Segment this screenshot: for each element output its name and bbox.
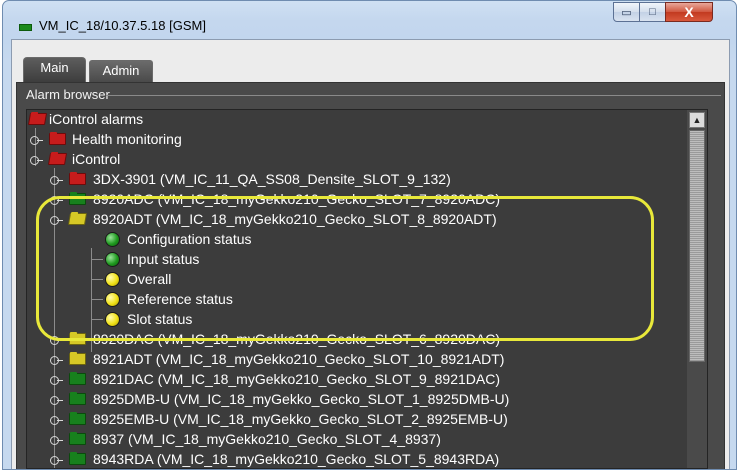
device-status-icon — [19, 24, 32, 31]
tab-admin[interactable]: Admin — [89, 60, 153, 82]
folder-yellow-icon — [69, 352, 86, 365]
folder-green-icon — [69, 412, 86, 425]
tree-node-label: Health monitoring — [72, 131, 182, 147]
folder-green-icon — [69, 392, 86, 405]
folder-open-icon — [47, 153, 68, 165]
close-button[interactable]: X — [665, 2, 713, 22]
folder-red-icon — [69, 172, 86, 185]
group-divider — [106, 95, 721, 96]
scroll-thumb[interactable] — [689, 130, 705, 362]
alarm-browser-label: Alarm browser — [26, 87, 110, 102]
tree-node[interactable]: 8925DMB-U (VM_IC_18_myGekko_Gecko_SLOT_1… — [27, 390, 687, 410]
expand-toggle-icon[interactable] — [30, 136, 43, 145]
tree-node-label: 8925EMB-U (VM_IC_18_myGekko_Gecko_SLOT_2… — [93, 411, 508, 427]
tree-node[interactable]: 8921ADT (VM_IC_18_myGekko210_Gecko_SLOT_… — [27, 350, 687, 370]
expand-toggle-icon[interactable] — [50, 456, 63, 465]
tree-node[interactable]: 8937 (VM_IC_18_myGekko210_Gecko_SLOT_4_8… — [27, 430, 687, 450]
tree-node[interactable]: 8943RDA (VM_IC_18_myGekko210_Gecko_SLOT_… — [27, 450, 687, 468]
scroll-up-button[interactable]: ▲ — [689, 112, 705, 128]
tree-node-root[interactable]: iControl alarms — [27, 110, 687, 130]
close-icon: X — [684, 4, 694, 20]
highlight-callout — [36, 196, 654, 341]
tree-node[interactable]: Health monitoring — [27, 130, 687, 150]
expand-toggle-icon[interactable] — [50, 176, 63, 185]
arrow-up-icon: ▲ — [692, 115, 702, 125]
expand-toggle-icon[interactable] — [50, 436, 63, 445]
tree-node-label: 8921ADT (VM_IC_18_myGekko210_Gecko_SLOT_… — [93, 351, 505, 367]
maximize-button[interactable]: □ — [639, 2, 666, 22]
maximize-icon: □ — [649, 6, 656, 18]
title-bar[interactable]: VM_IC_18/10.37.5.18 [GSM] ▭ □ X — [3, 1, 736, 39]
tree-node-label: 3DX-3901 (VM_IC_11_QA_SS08_Densite_SLOT_… — [93, 171, 451, 187]
folder-green-icon — [69, 372, 86, 385]
tree-node-label: 8925DMB-U (VM_IC_18_myGekko_Gecko_SLOT_1… — [93, 391, 510, 407]
tree-node-label: iControl alarms — [49, 111, 144, 127]
expand-toggle-icon[interactable] — [50, 416, 63, 425]
expand-toggle-icon[interactable] — [50, 396, 63, 405]
tree-node[interactable]: iControl — [27, 150, 687, 170]
vertical-scrollbar[interactable]: ▲ — [687, 110, 707, 468]
tree-node-label: iControl — [72, 151, 121, 167]
minimize-button[interactable]: ▭ — [613, 2, 640, 22]
tree-node[interactable]: 8921DAC (VM_IC_18_myGekko210_Gecko_SLOT_… — [27, 370, 687, 390]
tree-node-label: 8921DAC (VM_IC_18_myGekko210_Gecko_SLOT_… — [93, 371, 500, 387]
expand-toggle-icon[interactable] — [50, 376, 63, 385]
window-title: VM_IC_18/10.37.5.18 [GSM] — [39, 18, 206, 33]
tree-node-label: 8937 (VM_IC_18_myGekko210_Gecko_SLOT_4_8… — [93, 431, 441, 447]
tab-main[interactable]: Main — [23, 57, 86, 82]
folder-green-icon — [69, 432, 86, 445]
minimize-icon: ▭ — [621, 6, 632, 19]
tree-node-label: 8943RDA (VM_IC_18_myGekko210_Gecko_SLOT_… — [93, 451, 500, 467]
tree-node[interactable]: 3DX-3901 (VM_IC_11_QA_SS08_Densite_SLOT_… — [27, 170, 687, 190]
collapse-toggle-icon[interactable] — [30, 156, 43, 165]
folder-green-icon — [69, 452, 86, 465]
folder-open-icon — [27, 113, 48, 125]
expand-toggle-icon[interactable] — [50, 356, 63, 365]
folder-red-icon — [49, 132, 66, 145]
tree-node[interactable]: 8925EMB-U (VM_IC_18_myGekko_Gecko_SLOT_2… — [27, 410, 687, 430]
